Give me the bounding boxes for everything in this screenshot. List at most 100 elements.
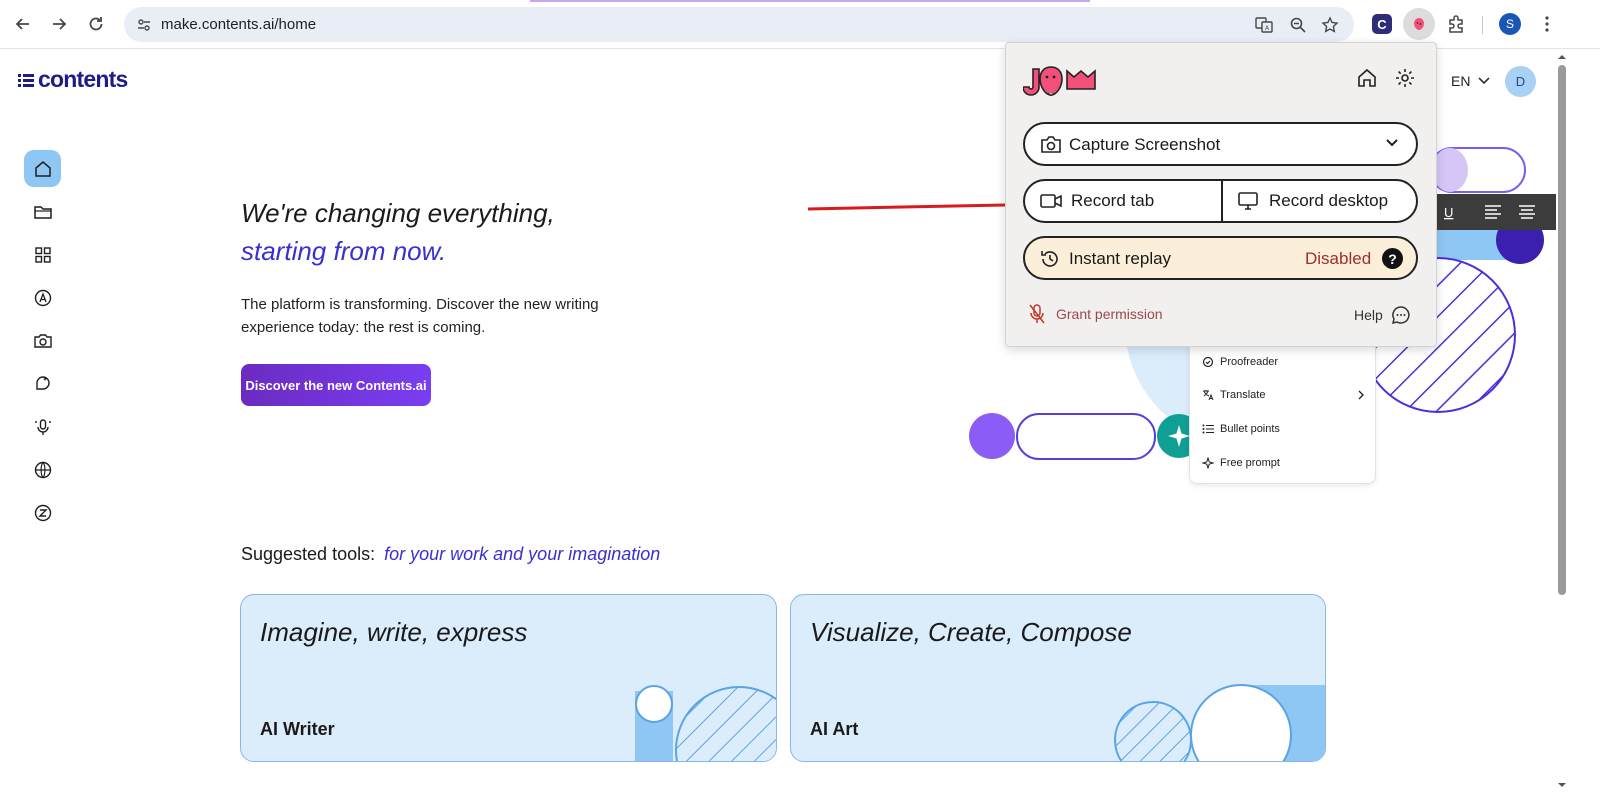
- sidebar-item-camera[interactable]: [24, 322, 61, 359]
- sidebar-item-writer[interactable]: [24, 279, 61, 316]
- bookmark-star-icon[interactable]: [1318, 13, 1342, 37]
- reload-icon: [89, 17, 103, 31]
- scroll-down-icon: [1558, 783, 1566, 787]
- user-avatar[interactable]: D: [1505, 66, 1536, 97]
- browser-menu-icon[interactable]: [1535, 12, 1559, 36]
- language-label: EN: [1451, 73, 1471, 89]
- hero-title-line2: starting from now.: [241, 236, 447, 266]
- sparkle-icon: [1202, 457, 1214, 469]
- jam-logo: [1023, 66, 1096, 96]
- help-question-icon[interactable]: ?: [1382, 248, 1403, 269]
- format-toolbar: U: [1436, 194, 1556, 230]
- hero-title-line1: We're changing everything,: [241, 198, 555, 228]
- jam-help-link[interactable]: Help: [1354, 305, 1411, 325]
- hero-description: The platform is transforming. Discover t…: [241, 296, 599, 336]
- card-label: AI Art: [810, 719, 859, 739]
- chevron-down-icon: [1478, 77, 1491, 85]
- globe-icon: [34, 461, 51, 478]
- menu-item-bullet-points[interactable]: Bullet points: [1202, 423, 1280, 435]
- record-buttons-group: Record tab Record desktop: [1023, 179, 1418, 223]
- history-icon: [1041, 251, 1058, 267]
- address-bar[interactable]: make.contents.ai/home A: [124, 7, 1354, 42]
- align-left-icon: [1485, 205, 1501, 219]
- profile-avatar[interactable]: S: [1499, 13, 1521, 35]
- sidebar-item-home[interactable]: [24, 150, 61, 187]
- home-icon: [34, 160, 51, 177]
- toolbar-divider: [1482, 16, 1483, 34]
- deco-pill-bottom: [1016, 413, 1156, 460]
- menu-item-free-prompt[interactable]: Free prompt: [1202, 457, 1280, 469]
- tool-card-ai-writer[interactable]: Imagine, write, express AI Writer: [240, 594, 777, 762]
- contents-logo[interactable]: contents: [18, 66, 128, 93]
- menu-item-proofreader[interactable]: Proofreader: [1202, 356, 1278, 368]
- gear-icon: [1396, 69, 1414, 87]
- tool-card-ai-art[interactable]: Visualize, Create, Compose AI Art: [790, 594, 1326, 762]
- underline-icon: U: [1444, 205, 1453, 220]
- camera-icon: [33, 333, 52, 348]
- arrow-right-icon: [53, 18, 67, 30]
- extensions-puzzle-icon[interactable]: [1444, 12, 1468, 36]
- sidebar-item-web[interactable]: [24, 451, 61, 488]
- jam-settings-button[interactable]: [1394, 67, 1416, 94]
- chevron-right-icon: [1358, 390, 1364, 400]
- folder-icon: [33, 205, 52, 219]
- instant-replay-label: Instant replay: [1069, 249, 1172, 268]
- record-tab-label: Record tab: [1071, 191, 1155, 210]
- grant-permission-label: Grant permission: [1056, 306, 1163, 322]
- sidebar-item-voice[interactable]: [24, 408, 61, 445]
- align-center-icon: [1519, 205, 1535, 219]
- writer-a-icon: [34, 289, 51, 306]
- sidebar-item-chat[interactable]: [24, 365, 61, 402]
- discover-button[interactable]: Discover the new Contents.ai: [241, 364, 431, 406]
- jam-home-button[interactable]: [1356, 67, 1378, 94]
- deco-purple-dot: [969, 413, 1015, 459]
- suggested-accent: for your work and your imagination: [384, 544, 661, 564]
- deco-lilac-shape: [1432, 148, 1468, 192]
- bullet-list-icon: [1202, 424, 1214, 434]
- site-settings-icon[interactable]: [132, 13, 156, 37]
- grid-icon: [34, 246, 51, 263]
- list-logo-icon: [18, 73, 34, 87]
- sidebar-item-folders[interactable]: [24, 193, 61, 230]
- instant-replay-button[interactable]: Instant replay Disabled ?: [1023, 236, 1418, 280]
- menu-item-translate[interactable]: Translate: [1202, 389, 1365, 401]
- video-camera-icon: [1040, 194, 1062, 208]
- ai-actions-menu: Proofreader Translate Bullet points Free…: [1189, 340, 1376, 484]
- zoom-icon[interactable]: [1286, 13, 1310, 37]
- help-label: Help: [1354, 307, 1383, 323]
- monitor-icon: [1238, 192, 1258, 210]
- url-text[interactable]: make.contents.ai/home: [161, 16, 316, 33]
- jam-extension-popup: Capture Screenshot Record tab Record des…: [1005, 42, 1437, 347]
- jam-extension-icon[interactable]: [1403, 8, 1435, 40]
- annotation-arrow-icon: [807, 197, 1024, 213]
- capture-screenshot-button[interactable]: Capture Screenshot: [1023, 122, 1418, 166]
- grant-permission-link[interactable]: Grant permission: [1028, 303, 1163, 325]
- sidebar-item-apps[interactable]: [24, 236, 61, 273]
- translate-icon[interactable]: A: [1252, 13, 1276, 37]
- card-title: Visualize, Create, Compose: [810, 617, 1132, 647]
- tab-highlight: [530, 0, 1090, 2]
- hero-title: We're changing everything, starting from…: [241, 194, 555, 270]
- microphone-off-icon: [1029, 304, 1045, 324]
- suggested-label: Suggested tools:: [241, 544, 376, 564]
- extension-c-icon[interactable]: C: [1372, 14, 1392, 34]
- reload-button[interactable]: [83, 11, 109, 37]
- microphone-icon: [34, 418, 51, 435]
- suggested-tools-heading: Suggested tools: for your work and your …: [241, 544, 660, 565]
- language-selector[interactable]: EN: [1451, 73, 1491, 89]
- chat-sparkle-icon: [35, 375, 50, 390]
- forward-button[interactable]: [46, 11, 72, 37]
- chevron-down-icon[interactable]: [1385, 136, 1399, 150]
- card-label: AI Writer: [260, 719, 335, 739]
- record-tab-button[interactable]: Record tab: [1025, 181, 1221, 221]
- scroll-up-icon: [1558, 55, 1566, 59]
- arrow-left-icon: [15, 18, 29, 30]
- card-title: Imagine, write, express: [260, 617, 528, 647]
- back-button[interactable]: [10, 11, 36, 37]
- chat-bubble-icon: [1391, 306, 1410, 325]
- brand-name: contents: [38, 66, 128, 92]
- humanizer-icon: [34, 504, 51, 521]
- record-desktop-button[interactable]: Record desktop: [1223, 181, 1416, 221]
- record-desktop-label: Record desktop: [1269, 191, 1389, 210]
- sidebar-item-humanizer[interactable]: [24, 494, 61, 531]
